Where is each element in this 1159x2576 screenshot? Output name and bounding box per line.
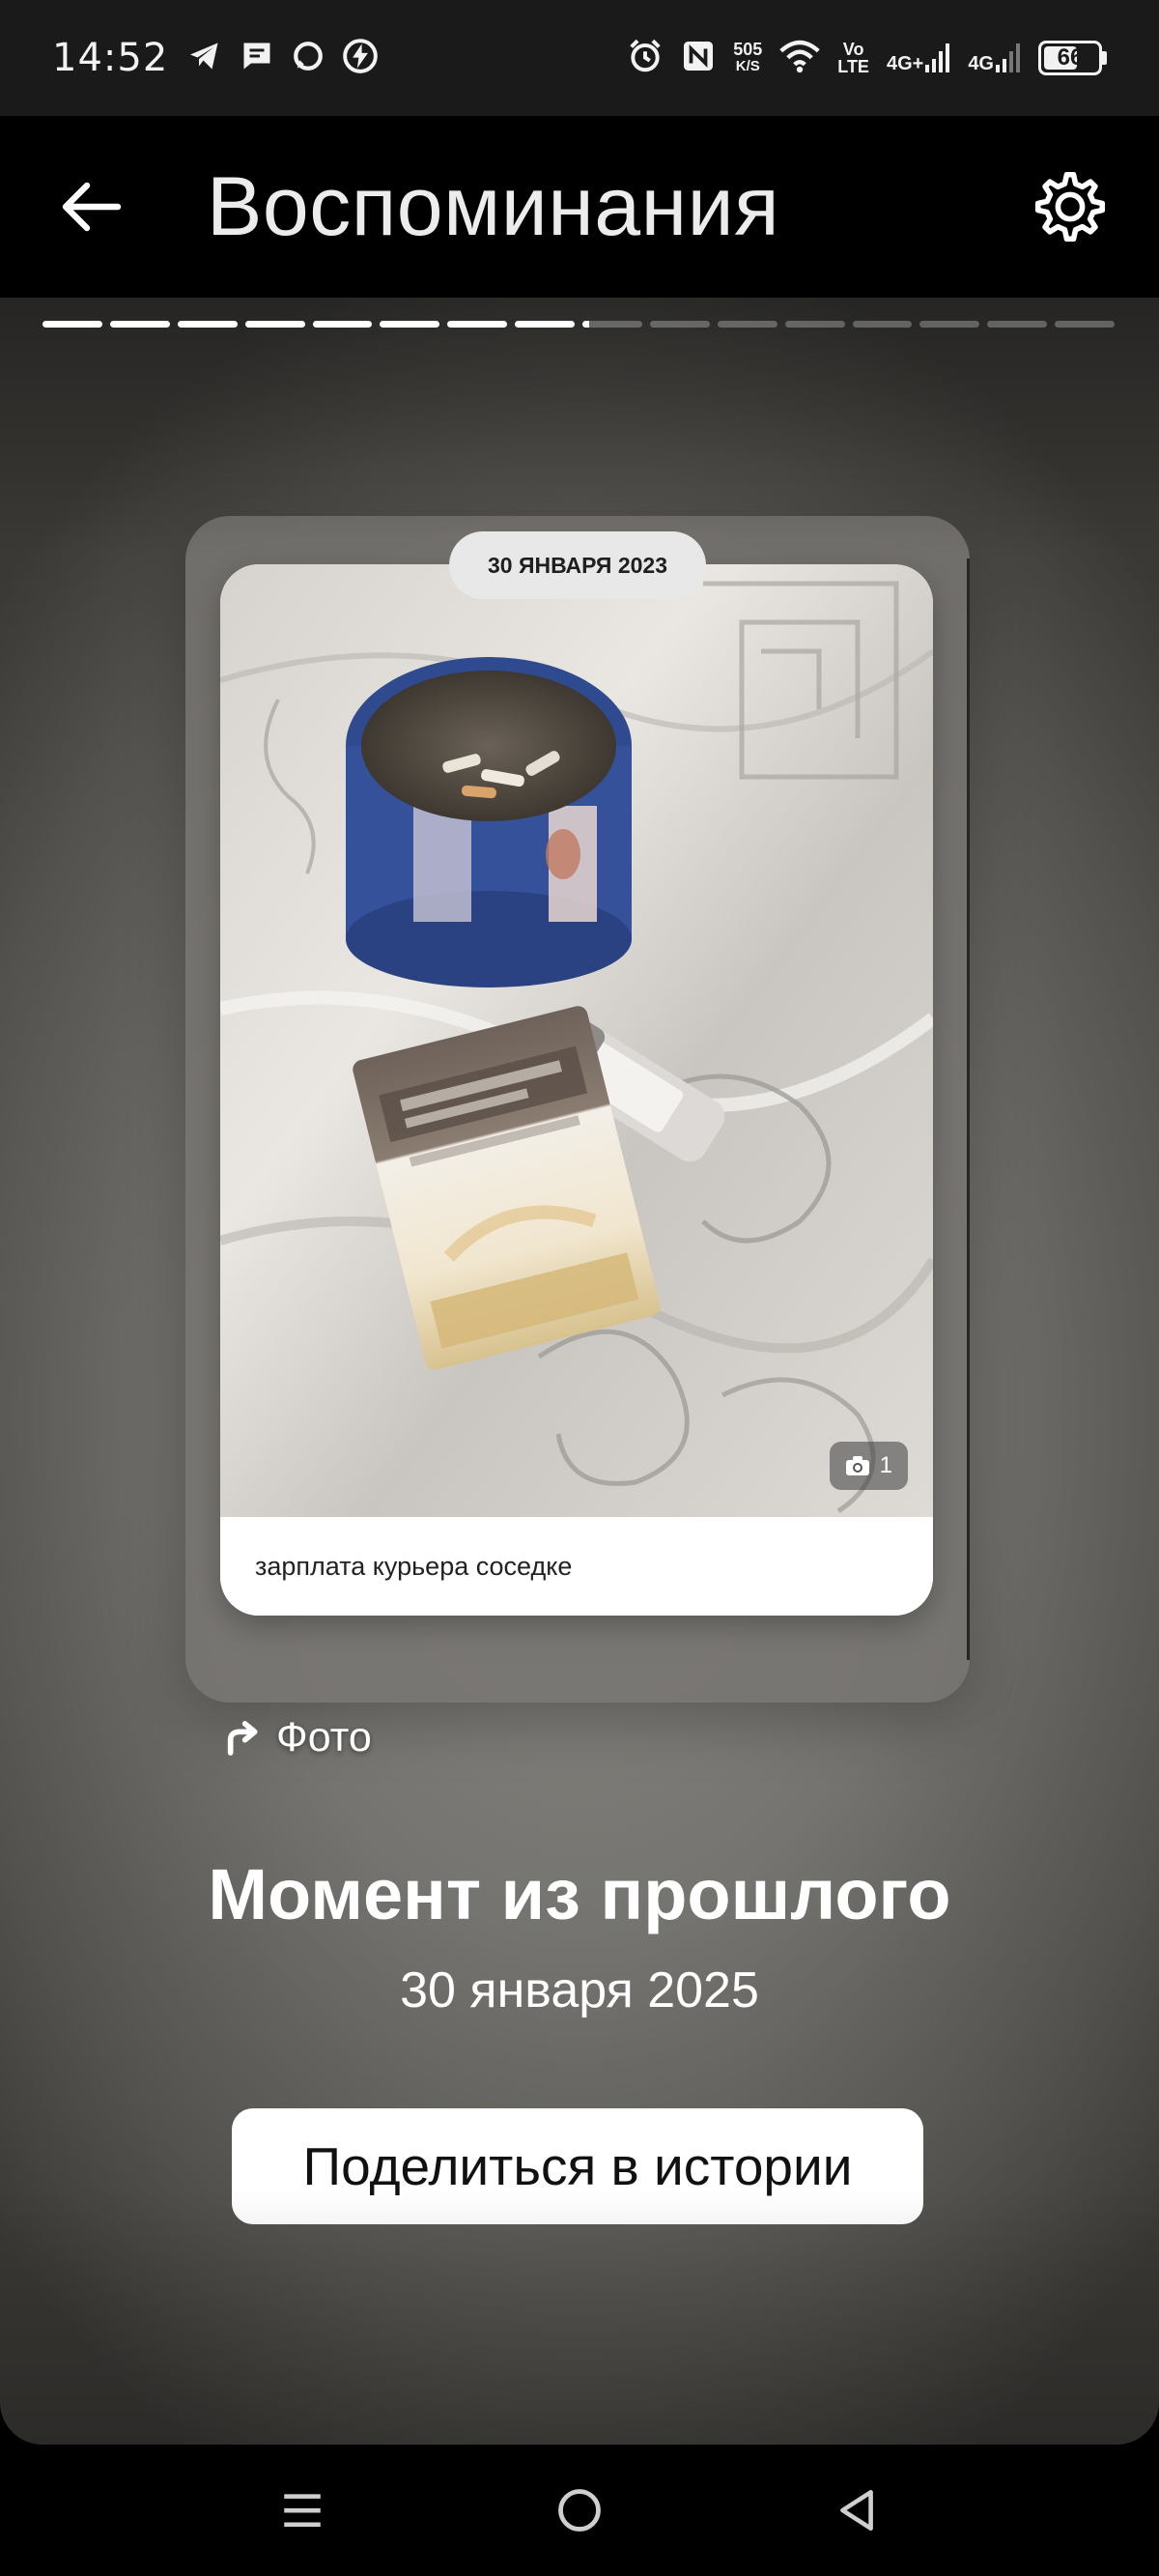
progress-segment — [380, 321, 440, 328]
nav-menu-button[interactable] — [259, 2467, 346, 2554]
status-bar: 14:52 505 K/S Vo LTE 4G+ 4G 66 — [0, 0, 1159, 116]
progress-segment — [42, 321, 102, 328]
progress-segment — [177, 321, 238, 328]
memory-source[interactable]: Фото — [224, 1714, 372, 1761]
progress-segment — [1055, 321, 1115, 328]
system-status: 505 K/S Vo LTE 4G+ 4G 66 — [627, 38, 1107, 79]
progress-segment-fill — [582, 321, 590, 328]
battery-tip — [1102, 51, 1107, 65]
progress-segment-fill — [244, 321, 305, 328]
progress-segment-fill — [515, 321, 575, 328]
memory-date-badge: 30 ЯНВАРЯ 2023 — [449, 531, 706, 599]
memory-card[interactable]: 1 зарплата курьера соседке — [220, 564, 933, 1616]
nav-home-button[interactable] — [536, 2467, 623, 2554]
back-button[interactable] — [46, 162, 135, 251]
battery-percent: 66 — [1057, 44, 1084, 71]
nav-back-button[interactable] — [813, 2467, 900, 2554]
signal-2: 4G — [968, 43, 1021, 74]
battery-indicator: 66 — [1038, 41, 1107, 75]
moment-date: 30 января 2025 — [400, 1962, 759, 2018]
battery-icon: 66 — [1038, 41, 1102, 75]
menu-icon — [284, 2494, 322, 2528]
progress-segment-fill — [177, 321, 238, 328]
photo-count-badge: 1 — [829, 1442, 908, 1490]
memory-story[interactable]: 1 зарплата курьера соседке 30 ЯНВАРЯ 202… — [0, 298, 1159, 2445]
signal-1: 4G+ — [886, 43, 950, 74]
progress-segment — [244, 321, 305, 328]
progress-segment — [109, 321, 170, 328]
progress-segment — [717, 321, 777, 328]
signal-bars-icon — [996, 43, 1020, 72]
caption-area: зарплата курьера соседке — [220, 1517, 933, 1616]
memory-caption: зарплата курьера соседке — [255, 1551, 573, 1581]
back-triangle-icon — [839, 2489, 873, 2532]
progress-segment — [987, 321, 1048, 328]
alarm-icon — [627, 38, 664, 79]
card-edge — [967, 558, 970, 1660]
network-speed: 505 K/S — [733, 41, 762, 75]
settings-button[interactable] — [1026, 162, 1115, 251]
progress-segment — [312, 321, 373, 328]
status-time: 14:52 — [52, 36, 169, 80]
network-type-2: 4G — [968, 53, 994, 74]
progress-segment — [784, 321, 845, 328]
speed-unit: K/S — [735, 58, 760, 74]
page-title: Воспоминания — [207, 159, 780, 253]
progress-segment-fill — [447, 321, 508, 328]
system-nav-bar — [0, 2445, 1159, 2576]
network-type-1: 4G+ — [886, 53, 924, 74]
progress-segment-fill — [109, 321, 170, 328]
progress-segment — [515, 321, 575, 328]
app-header: Воспоминания — [0, 116, 1159, 298]
volte-top: Vo — [842, 40, 864, 59]
nfc-icon — [681, 39, 716, 78]
progress-segment — [852, 321, 913, 328]
wifi-icon — [779, 39, 821, 78]
progress-segment-fill — [312, 321, 373, 328]
volte-indicator: Vo LTE — [837, 41, 869, 75]
notification-icons — [187, 38, 379, 79]
memory-photo[interactable]: 1 — [220, 564, 933, 1517]
arrow-left-icon — [62, 182, 122, 232]
home-circle-icon — [558, 2489, 601, 2532]
signal-bars-icon — [925, 43, 950, 72]
progress-segment — [649, 321, 710, 328]
progress-segment-fill — [380, 321, 440, 328]
share-arrow-icon — [227, 1720, 258, 1756]
progress-segment — [582, 321, 642, 328]
volte-bottom: LTE — [837, 57, 869, 76]
lightning-icon — [342, 38, 379, 79]
progress-segment-fill — [42, 321, 102, 328]
photo-count: 1 — [879, 1452, 892, 1478]
photo-image — [220, 564, 933, 1517]
gear-icon — [1034, 171, 1106, 243]
share-to-stories-button[interactable]: Поделиться в истории — [232, 2108, 923, 2224]
progress-segment — [447, 321, 508, 328]
chat-bubble-icon — [292, 40, 325, 77]
moment-title: Момент из прошлого — [208, 1854, 951, 1934]
telegram-icon — [187, 39, 222, 78]
camera-icon — [845, 1456, 869, 1475]
story-progress — [42, 321, 1115, 328]
source-label: Фото — [276, 1714, 372, 1760]
speed-value: 505 — [733, 40, 763, 59]
progress-segment — [919, 321, 980, 328]
message-icon — [240, 39, 274, 78]
